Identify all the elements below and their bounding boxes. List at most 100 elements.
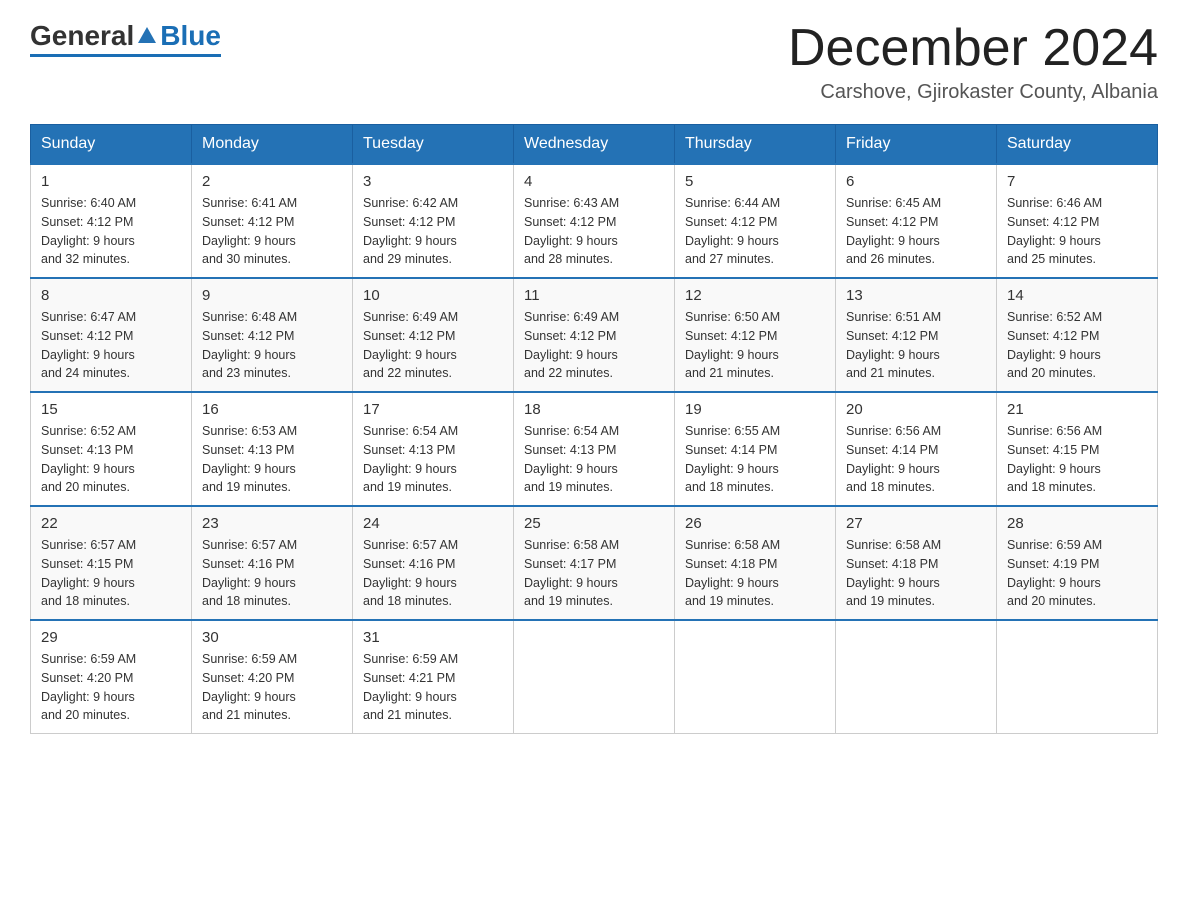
calendar-cell: 26 Sunrise: 6:58 AMSunset: 4:18 PMDayligh… xyxy=(675,506,836,620)
calendar-cell: 8 Sunrise: 6:47 AMSunset: 4:12 PMDaylight… xyxy=(31,278,192,392)
day-info: Sunrise: 6:40 AMSunset: 4:12 PMDaylight:… xyxy=(41,194,181,269)
day-number: 18 xyxy=(524,401,664,418)
day-info: Sunrise: 6:49 AMSunset: 4:12 PMDaylight:… xyxy=(363,308,503,383)
day-number: 20 xyxy=(846,401,986,418)
calendar-cell xyxy=(836,620,997,734)
day-info: Sunrise: 6:56 AMSunset: 4:14 PMDaylight:… xyxy=(846,422,986,497)
logo-blue-text: Blue xyxy=(160,20,221,52)
day-info: Sunrise: 6:58 AMSunset: 4:18 PMDaylight:… xyxy=(685,536,825,611)
day-info: Sunrise: 6:59 AMSunset: 4:19 PMDaylight:… xyxy=(1007,536,1147,611)
day-info: Sunrise: 6:54 AMSunset: 4:13 PMDaylight:… xyxy=(524,422,664,497)
day-number: 30 xyxy=(202,629,342,646)
calendar-cell: 23 Sunrise: 6:57 AMSunset: 4:16 PMDayligh… xyxy=(192,506,353,620)
calendar-cell: 2Sunrise: 6:41 AMSunset: 4:12 PMDaylight… xyxy=(192,164,353,278)
calendar-cell: 3Sunrise: 6:42 AMSunset: 4:12 PMDaylight… xyxy=(353,164,514,278)
day-info: Sunrise: 6:43 AMSunset: 4:12 PMDaylight:… xyxy=(524,194,664,269)
column-header-tuesday: Tuesday xyxy=(353,125,514,165)
day-number: 14 xyxy=(1007,287,1147,304)
week-row-3: 15 Sunrise: 6:52 AMSunset: 4:13 PMDayligh… xyxy=(31,392,1158,506)
calendar-cell: 12Sunrise: 6:50 AMSunset: 4:12 PMDayligh… xyxy=(675,278,836,392)
day-number: 23 xyxy=(202,515,342,532)
day-info: Sunrise: 6:52 AMSunset: 4:13 PMDaylight:… xyxy=(41,422,181,497)
day-number: 12 xyxy=(685,287,825,304)
day-info: Sunrise: 6:48 AMSunset: 4:12 PMDaylight:… xyxy=(202,308,342,383)
day-number: 17 xyxy=(363,401,503,418)
day-number: 1 xyxy=(41,173,181,190)
day-number: 27 xyxy=(846,515,986,532)
day-number: 5 xyxy=(685,173,825,190)
day-number: 4 xyxy=(524,173,664,190)
calendar-cell: 17Sunrise: 6:54 AMSunset: 4:13 PMDayligh… xyxy=(353,392,514,506)
day-info: Sunrise: 6:51 AMSunset: 4:12 PMDaylight:… xyxy=(846,308,986,383)
day-info: Sunrise: 6:55 AMSunset: 4:14 PMDaylight:… xyxy=(685,422,825,497)
day-number: 24 xyxy=(363,515,503,532)
day-number: 26 xyxy=(685,515,825,532)
logo-underline xyxy=(30,54,221,57)
column-header-saturday: Saturday xyxy=(997,125,1158,165)
calendar-table: SundayMondayTuesdayWednesdayThursdayFrid… xyxy=(30,124,1158,734)
column-header-monday: Monday xyxy=(192,125,353,165)
day-number: 25 xyxy=(524,515,664,532)
day-info: Sunrise: 6:56 AMSunset: 4:15 PMDaylight:… xyxy=(1007,422,1147,497)
calendar-cell xyxy=(514,620,675,734)
calendar-cell: 10 Sunrise: 6:49 AMSunset: 4:12 PMDayligh… xyxy=(353,278,514,392)
month-title: December 2024 xyxy=(788,20,1158,77)
calendar-cell: 22Sunrise: 6:57 AMSunset: 4:15 PMDayligh… xyxy=(31,506,192,620)
day-number: 15 xyxy=(41,401,181,418)
day-info: Sunrise: 6:58 AMSunset: 4:17 PMDaylight:… xyxy=(524,536,664,611)
day-number: 31 xyxy=(363,629,503,646)
calendar-cell: 1 Sunrise: 6:40 AMSunset: 4:12 PMDaylight… xyxy=(31,164,192,278)
calendar-cell: 9 Sunrise: 6:48 AMSunset: 4:12 PMDaylight… xyxy=(192,278,353,392)
page-header: General Blue December 2024 Carshove, Gji… xyxy=(30,20,1158,104)
column-header-thursday: Thursday xyxy=(675,125,836,165)
calendar-cell xyxy=(675,620,836,734)
day-number: 7 xyxy=(1007,173,1147,190)
day-number: 10 xyxy=(363,287,503,304)
day-info: Sunrise: 6:59 AMSunset: 4:20 PMDaylight:… xyxy=(41,650,181,725)
day-number: 11 xyxy=(524,287,664,304)
day-info: Sunrise: 6:45 AMSunset: 4:12 PMDaylight:… xyxy=(846,194,986,269)
day-info: Sunrise: 6:57 AMSunset: 4:16 PMDaylight:… xyxy=(202,536,342,611)
calendar-cell: 4 Sunrise: 6:43 AMSunset: 4:12 PMDaylight… xyxy=(514,164,675,278)
day-number: 8 xyxy=(41,287,181,304)
column-header-sunday: Sunday xyxy=(31,125,192,165)
logo-triangle-icon xyxy=(136,25,158,47)
day-number: 22 xyxy=(41,515,181,532)
day-number: 13 xyxy=(846,287,986,304)
day-info: Sunrise: 6:58 AMSunset: 4:18 PMDaylight:… xyxy=(846,536,986,611)
calendar-cell: 11 Sunrise: 6:49 AMSunset: 4:12 PMDayligh… xyxy=(514,278,675,392)
calendar-cell: 25 Sunrise: 6:58 AMSunset: 4:17 PMDayligh… xyxy=(514,506,675,620)
column-header-wednesday: Wednesday xyxy=(514,125,675,165)
day-info: Sunrise: 6:57 AMSunset: 4:16 PMDaylight:… xyxy=(363,536,503,611)
calendar-cell: 20 Sunrise: 6:56 AMSunset: 4:14 PMDayligh… xyxy=(836,392,997,506)
day-info: Sunrise: 6:46 AMSunset: 4:12 PMDaylight:… xyxy=(1007,194,1147,269)
logo-general-text: General xyxy=(30,20,134,52)
day-info: Sunrise: 6:49 AMSunset: 4:12 PMDaylight:… xyxy=(524,308,664,383)
calendar-cell: 13 Sunrise: 6:51 AMSunset: 4:12 PMDayligh… xyxy=(836,278,997,392)
calendar-cell: 24 Sunrise: 6:57 AMSunset: 4:16 PMDayligh… xyxy=(353,506,514,620)
days-header-row: SundayMondayTuesdayWednesdayThursdayFrid… xyxy=(31,125,1158,165)
day-number: 19 xyxy=(685,401,825,418)
day-number: 3 xyxy=(363,173,503,190)
calendar-cell: 16Sunrise: 6:53 AMSunset: 4:13 PMDayligh… xyxy=(192,392,353,506)
week-row-2: 8 Sunrise: 6:47 AMSunset: 4:12 PMDaylight… xyxy=(31,278,1158,392)
day-number: 9 xyxy=(202,287,342,304)
calendar-cell: 5 Sunrise: 6:44 AMSunset: 4:12 PMDaylight… xyxy=(675,164,836,278)
calendar-cell: 15 Sunrise: 6:52 AMSunset: 4:13 PMDayligh… xyxy=(31,392,192,506)
day-info: Sunrise: 6:59 AMSunset: 4:21 PMDaylight:… xyxy=(363,650,503,725)
day-info: Sunrise: 6:44 AMSunset: 4:12 PMDaylight:… xyxy=(685,194,825,269)
location-text: Carshove, Gjirokaster County, Albania xyxy=(788,81,1158,104)
calendar-cell: 19 Sunrise: 6:55 AMSunset: 4:14 PMDayligh… xyxy=(675,392,836,506)
week-row-1: 1 Sunrise: 6:40 AMSunset: 4:12 PMDaylight… xyxy=(31,164,1158,278)
calendar-cell: 6Sunrise: 6:45 AMSunset: 4:12 PMDaylight… xyxy=(836,164,997,278)
calendar-cell: 18 Sunrise: 6:54 AMSunset: 4:13 PMDayligh… xyxy=(514,392,675,506)
day-number: 28 xyxy=(1007,515,1147,532)
week-row-4: 22Sunrise: 6:57 AMSunset: 4:15 PMDayligh… xyxy=(31,506,1158,620)
day-info: Sunrise: 6:52 AMSunset: 4:12 PMDaylight:… xyxy=(1007,308,1147,383)
day-info: Sunrise: 6:53 AMSunset: 4:13 PMDaylight:… xyxy=(202,422,342,497)
day-number: 29 xyxy=(41,629,181,646)
week-row-5: 29 Sunrise: 6:59 AMSunset: 4:20 PMDayligh… xyxy=(31,620,1158,734)
calendar-cell: 30Sunrise: 6:59 AMSunset: 4:20 PMDayligh… xyxy=(192,620,353,734)
calendar-cell: 29 Sunrise: 6:59 AMSunset: 4:20 PMDayligh… xyxy=(31,620,192,734)
day-info: Sunrise: 6:47 AMSunset: 4:12 PMDaylight:… xyxy=(41,308,181,383)
